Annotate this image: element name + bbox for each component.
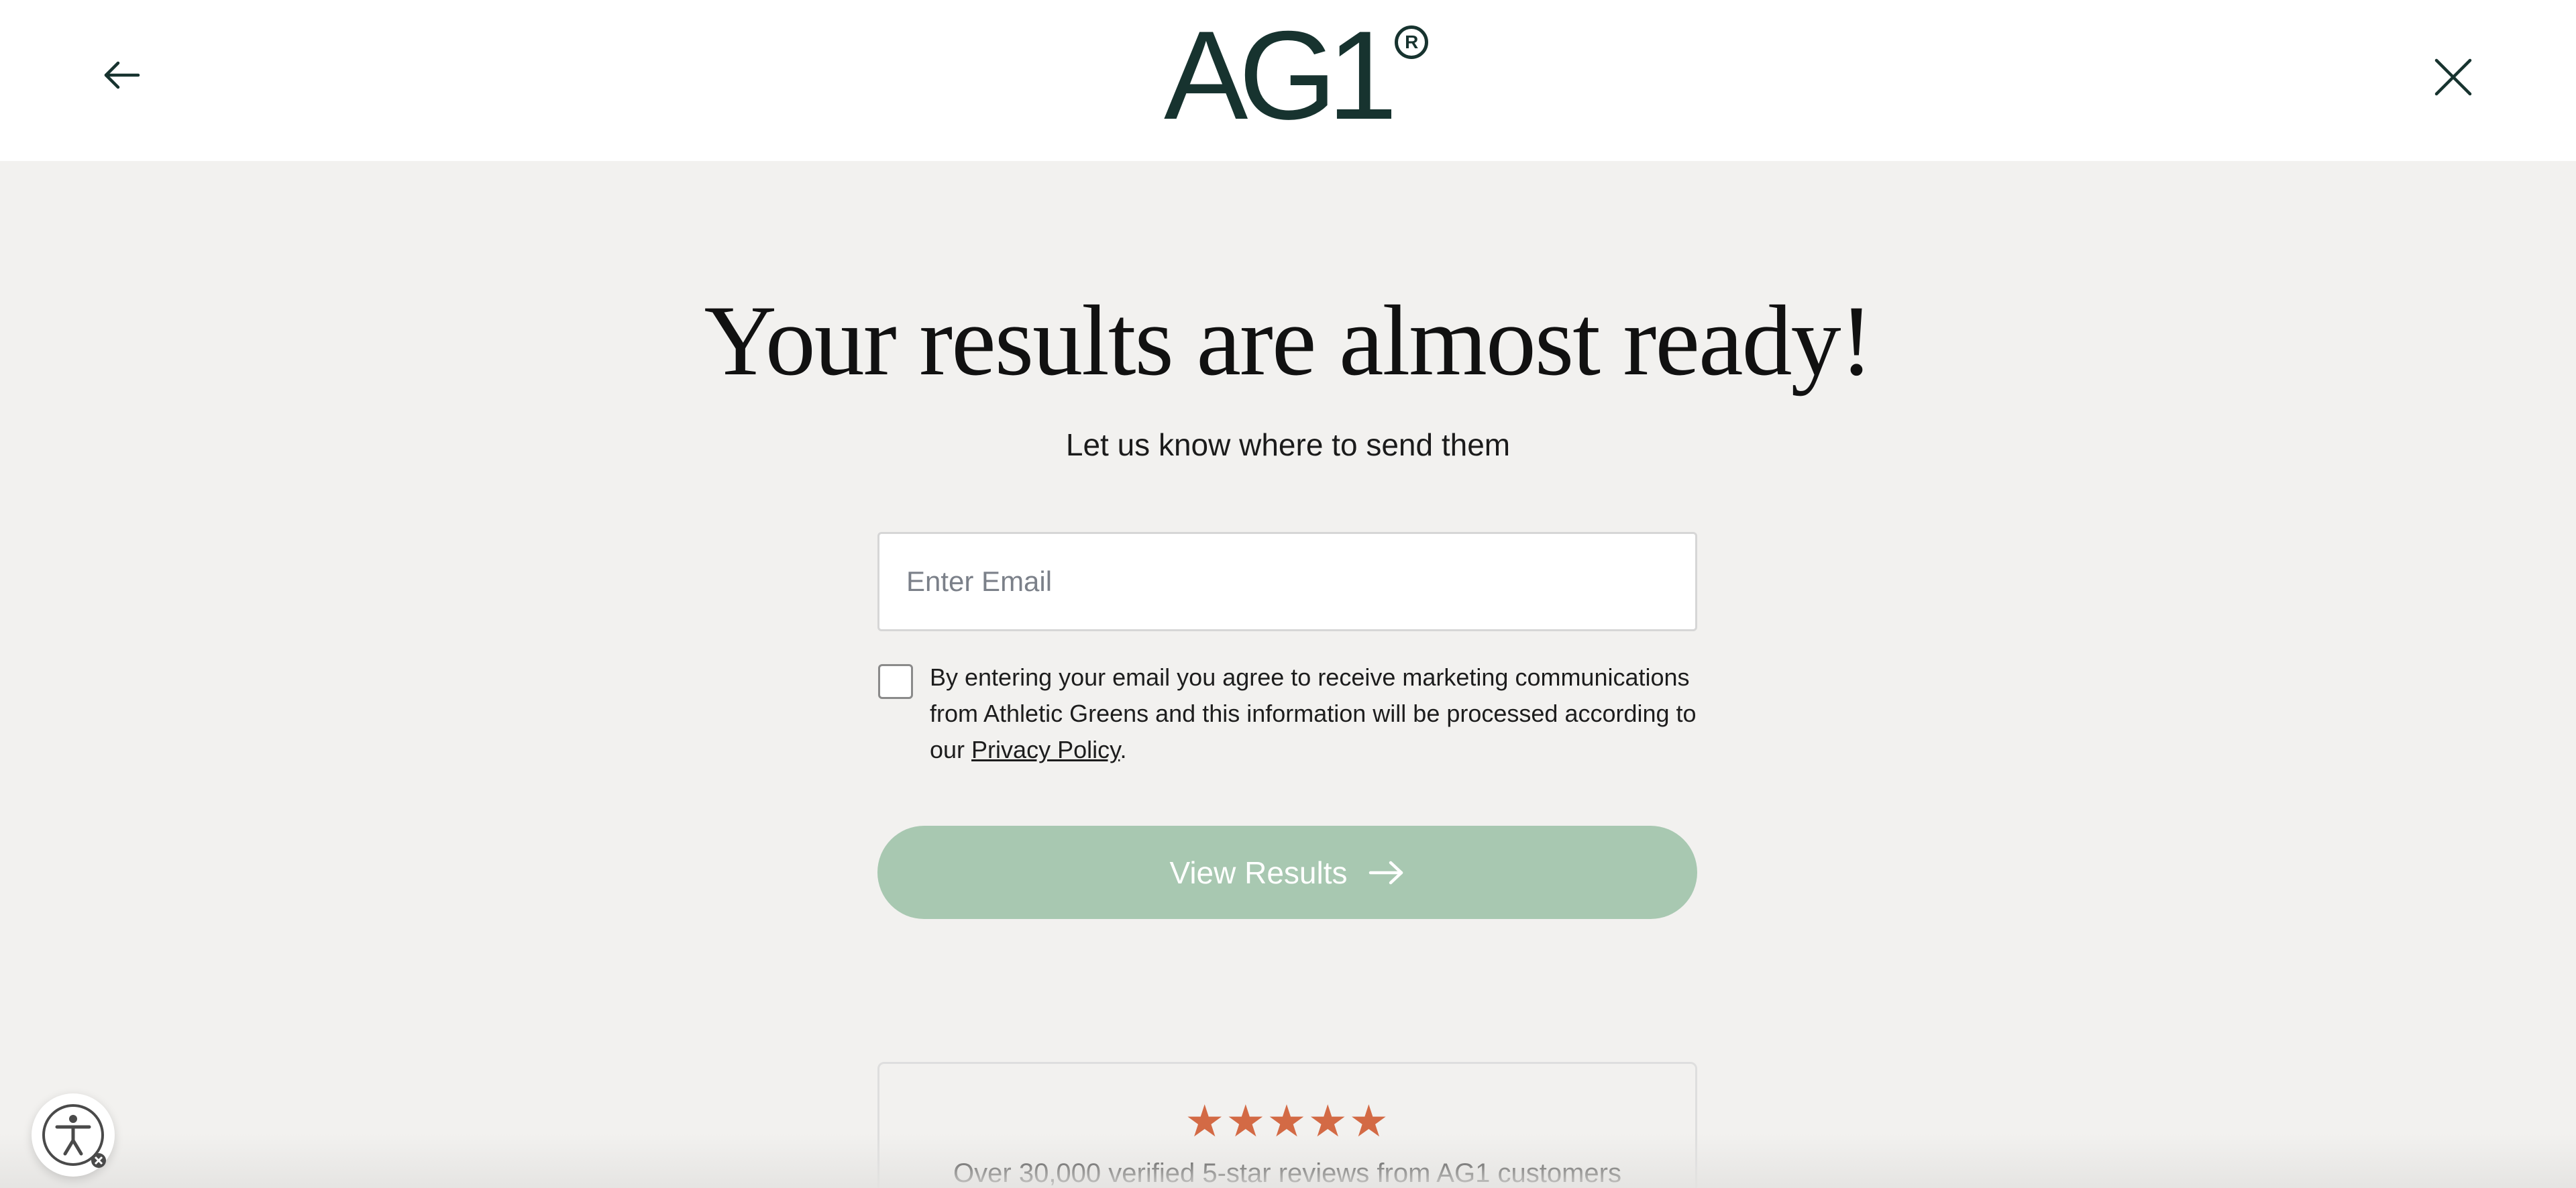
view-results-label: View Results — [1169, 855, 1348, 890]
registered-mark: R — [1395, 25, 1429, 59]
privacy-policy-link[interactable]: Privacy Policy — [971, 736, 1120, 763]
consent-checkbox[interactable] — [878, 664, 913, 699]
page: AG1 R Your results are almost ready! Let… — [0, 0, 2576, 1188]
reviews-text: Over 30,000 verified 5-star reviews from… — [953, 1158, 1621, 1188]
page-title: Your results are almost ready! — [704, 285, 1873, 396]
email-input[interactable] — [877, 532, 1697, 631]
close-icon — [2434, 58, 2472, 96]
consent-text: By entering your email you agree to rece… — [930, 659, 1701, 768]
view-results-button[interactable]: View Results — [877, 826, 1697, 919]
star-rating: ★★★★★ — [1185, 1096, 1390, 1146]
close-button[interactable] — [2430, 54, 2477, 101]
header: AG1 R — [0, 0, 2576, 161]
ag1-logo[interactable]: AG1 R — [1164, 5, 1429, 146]
back-button[interactable] — [101, 54, 144, 97]
arrow-right-icon — [1368, 861, 1403, 884]
accessibility-button[interactable] — [32, 1093, 115, 1177]
accessibility-icon — [42, 1104, 106, 1168]
arrow-left-icon — [104, 61, 140, 89]
consent-text-end: . — [1120, 736, 1127, 763]
logo-text: AG1 — [1164, 5, 1397, 146]
page-subtitle: Let us know where to send them — [1065, 427, 1511, 462]
reviews-card: ★★★★★ Over 30,000 verified 5-star review… — [877, 1062, 1697, 1188]
